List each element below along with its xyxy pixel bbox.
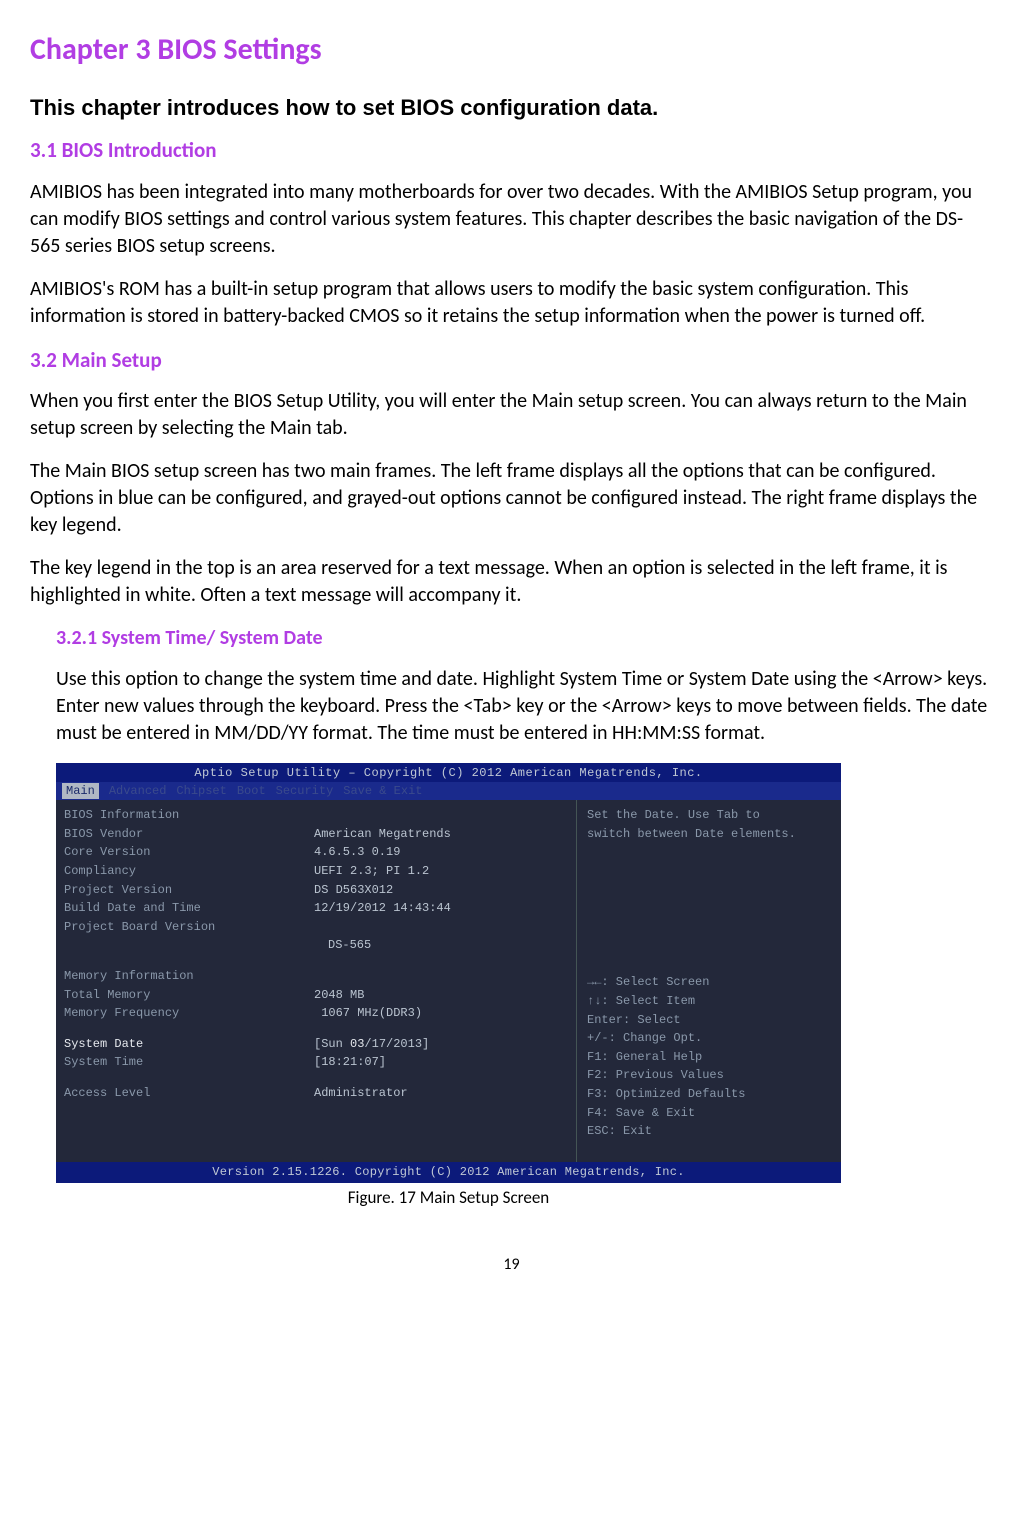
- body-paragraph: The key legend in the top is an area res…: [30, 555, 993, 609]
- bios-label: Compliancy: [64, 862, 314, 881]
- section-3-2-heading: 3.2 Main Setup: [30, 346, 993, 374]
- bios-label: Build Date and Time: [64, 899, 314, 918]
- body-paragraph: Use this option to change the system tim…: [56, 666, 993, 747]
- body-paragraph: When you first enter the BIOS Setup Util…: [30, 388, 993, 442]
- bios-titlebar: Aptio Setup Utility – Copyright (C) 2012…: [56, 763, 841, 782]
- bios-value: UEFI 2.3; PI 1.2: [314, 862, 568, 881]
- section-3-1-heading: 3.1 BIOS Introduction: [30, 136, 993, 164]
- bios-value: 4.6.5.3 0.19: [314, 843, 568, 862]
- bios-label: Project Version: [64, 881, 314, 900]
- bios-key-legend: F2: Previous Values: [587, 1066, 831, 1085]
- section-3-2-1-heading: 3.2.1 System Time/ System Date: [56, 625, 993, 652]
- page-number: 19: [30, 1254, 993, 1276]
- bios-help-text: switch between Date elements.: [587, 825, 831, 844]
- bios-system-time-value: [18:21:07]: [314, 1053, 568, 1072]
- bios-value: American Megatrends: [314, 825, 568, 844]
- bios-label: BIOS Vendor: [64, 825, 314, 844]
- bios-label: Project Board Version: [64, 918, 314, 937]
- bios-key-legend: →←: Select Screen: [587, 973, 831, 992]
- body-paragraph: AMIBIOS has been integrated into many mo…: [30, 179, 993, 260]
- bios-label: Total Memory: [64, 986, 314, 1005]
- bios-label: Memory Frequency: [64, 1004, 314, 1023]
- bios-value: 12/19/2012 14:43:44: [314, 899, 568, 918]
- bios-label: Access Level: [64, 1084, 314, 1103]
- bios-value: DS-565: [314, 936, 568, 955]
- bios-system-time-label: System Time: [64, 1053, 314, 1072]
- bios-key-legend: ↑↓: Select Item: [587, 992, 831, 1011]
- bios-key-legend: +/-: Change Opt.: [587, 1029, 831, 1048]
- bios-key-legend: ESC: Exit: [587, 1122, 831, 1141]
- bios-value: 1067 MHz(DDR3): [314, 1004, 568, 1023]
- bios-tabbar: Main Advanced Chipset Boot Security Save…: [56, 782, 841, 800]
- bios-label: Core Version: [64, 843, 314, 862]
- bios-tab-main: Main: [62, 783, 99, 799]
- bios-section-label: Memory Information: [64, 967, 314, 986]
- bios-system-date-label: System Date: [64, 1035, 314, 1054]
- bios-value: 2048 MB: [314, 986, 568, 1005]
- chapter-intro: This chapter introduces how to set BIOS …: [30, 93, 993, 123]
- body-paragraph: The Main BIOS setup screen has two main …: [30, 458, 993, 539]
- bios-key-legend: F1: General Help: [587, 1048, 831, 1067]
- bios-tab-security: Security: [276, 783, 334, 799]
- bios-system-date-value: [Sun 03/17/2013]: [314, 1035, 568, 1054]
- bios-tab-chipset: Chipset: [176, 783, 226, 799]
- bios-key-legend: F3: Optimized Defaults: [587, 1085, 831, 1104]
- chapter-title: Chapter 3 BIOS Settings: [30, 30, 993, 71]
- bios-value: Administrator: [314, 1084, 568, 1103]
- bios-key-legend: Enter: Select: [587, 1011, 831, 1030]
- bios-tab-save-exit: Save & Exit: [343, 783, 422, 799]
- bios-help-text: Set the Date. Use Tab to: [587, 806, 831, 825]
- bios-key-legend: F4: Save & Exit: [587, 1104, 831, 1123]
- bios-tab-boot: Boot: [237, 783, 266, 799]
- figure-caption: Figure. 17 Main Setup Screen: [56, 1187, 841, 1210]
- bios-right-pane: Set the Date. Use Tab to switch between …: [576, 800, 841, 1170]
- bios-left-pane: BIOS Information BIOS VendorAmerican Meg…: [56, 800, 576, 1170]
- bios-value: DS D563X012: [314, 881, 568, 900]
- bios-footer: Version 2.15.1226. Copyright (C) 2012 Am…: [56, 1162, 841, 1183]
- bios-label: [64, 936, 314, 955]
- bios-section-label: BIOS Information: [64, 806, 314, 825]
- body-paragraph: AMIBIOS's ROM has a built-in setup progr…: [30, 276, 993, 330]
- bios-tab-advanced: Advanced: [109, 783, 167, 799]
- bios-screenshot: Aptio Setup Utility – Copyright (C) 2012…: [56, 763, 841, 1183]
